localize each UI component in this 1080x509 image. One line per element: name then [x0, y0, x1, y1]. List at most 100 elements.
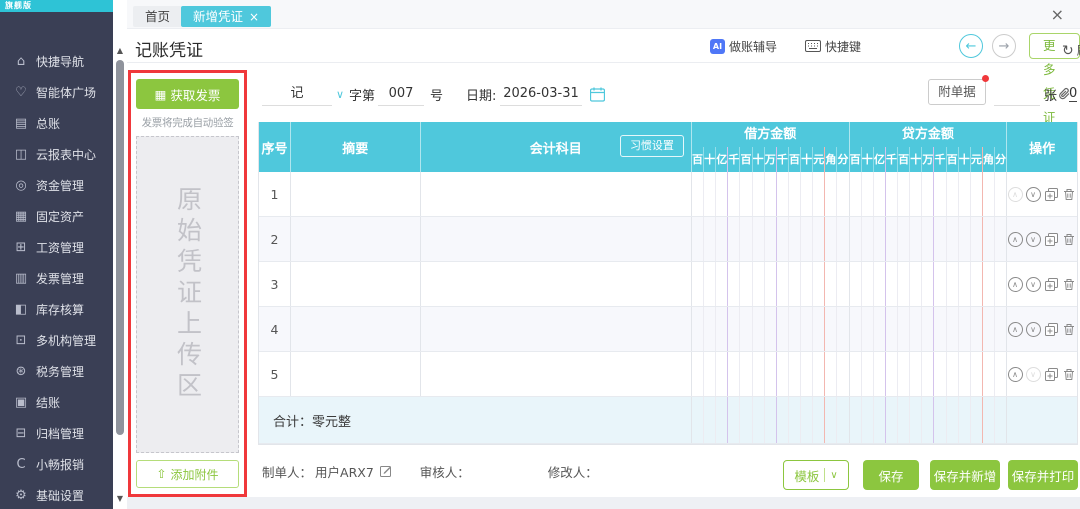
voucher-word-dropdown-icon[interactable]: ∨ [336, 88, 344, 101]
delete-row-icon[interactable] [1062, 367, 1077, 382]
habit-setting-button[interactable]: 习惯设置 [619, 135, 684, 157]
sidebar-item-basic-settings[interactable]: ⚙ 基础设置 [0, 480, 113, 509]
sidebar-item-general-ledger[interactable]: ▤ 总账 [0, 108, 113, 139]
row-operations: ∧ ∨ [1007, 217, 1077, 261]
sidebar-item-label: 资金管理 [36, 179, 85, 193]
move-up-icon[interactable]: ∧ [1007, 276, 1023, 292]
voucher-word-input[interactable]: 记 [262, 82, 332, 106]
account-cell[interactable] [421, 262, 692, 306]
row-seq: 3 [259, 262, 291, 306]
move-down-icon[interactable]: ∨ [1025, 276, 1041, 292]
sidebar-item-inventory-accounting[interactable]: ◧ 库存核算 [0, 294, 113, 325]
tab-new-voucher[interactable]: 新增凭证 × [181, 6, 272, 27]
summary-cell[interactable] [291, 262, 421, 306]
copy-row-icon[interactable] [1044, 187, 1059, 202]
calendar-icon[interactable] [590, 87, 605, 102]
account-cell[interactable] [421, 172, 692, 216]
attached-docs-button[interactable]: 附单据 [928, 79, 986, 105]
digit-col-label: 十 [910, 147, 923, 172]
move-down-icon[interactable]: ∨ [1025, 366, 1041, 382]
sidebar-item-payroll-management[interactable]: ⊞ 工资管理 [0, 232, 113, 263]
delete-row-icon[interactable] [1062, 232, 1077, 247]
scroll-down-icon[interactable]: ▼ [113, 494, 127, 503]
refresh-button[interactable]: ↻刷新 [1062, 40, 1080, 59]
closing-icon: ▣ [14, 395, 28, 410]
sidebar-scrollbar[interactable]: ▲ ▼ [113, 0, 127, 509]
copy-row-icon[interactable] [1044, 322, 1059, 337]
digit-col-label: 十 [959, 147, 971, 172]
date-label: 日期: [466, 88, 497, 104]
scrollbar-thumb[interactable] [116, 60, 124, 435]
digit-col-label: 十 [801, 147, 814, 172]
close-icon[interactable]: × [1051, 6, 1064, 24]
row-operations: ∧ ∨ [1007, 307, 1077, 351]
auditor-field: 审核人： [419, 464, 470, 480]
next-voucher-button[interactable]: → [992, 34, 1016, 58]
move-down-icon[interactable]: ∨ [1025, 186, 1041, 202]
summary-cell[interactable] [291, 217, 421, 261]
sidebar-item-xiaochang-reimburse[interactable]: C 小畅报销 [0, 449, 113, 480]
sidebar-item-quick-nav[interactable]: ⌂ 快捷导航 [0, 46, 113, 77]
sidebar-item-invoice-management[interactable]: ▥ 发票管理 [0, 263, 113, 294]
debit-amount-cell[interactable] [692, 172, 850, 216]
sidebar-item-funds-management[interactable]: ◎ 资金管理 [0, 170, 113, 201]
account-cell[interactable] [421, 307, 692, 351]
move-down-icon[interactable]: ∨ [1025, 321, 1041, 337]
sidebar-item-label: 快捷导航 [36, 55, 85, 69]
sidebar-item-agent-plaza[interactable]: ♡ 智能体广场 [0, 77, 113, 108]
save-and-print-button[interactable]: 保存并打印 [1008, 460, 1078, 490]
summary-cell[interactable] [291, 352, 421, 396]
move-up-icon[interactable]: ∧ [1007, 231, 1023, 247]
sheet-count-input[interactable] [994, 82, 1040, 106]
summary-cell[interactable] [291, 172, 421, 216]
credit-amount-cell[interactable] [850, 262, 1008, 306]
credit-amount-cell[interactable] [850, 352, 1008, 396]
delete-row-icon[interactable] [1062, 277, 1077, 292]
upload-dropzone[interactable]: 原始凭证上传区 [136, 136, 239, 453]
account-cell[interactable] [421, 352, 692, 396]
credit-amount-cell[interactable] [850, 172, 1008, 216]
save-button[interactable]: 保存 [863, 460, 919, 490]
delete-row-icon[interactable] [1062, 187, 1077, 202]
debit-amount-cell[interactable] [692, 262, 850, 306]
debit-amount-cell[interactable] [692, 307, 850, 351]
sidebar-item-tax-management[interactable]: ⊛ 税务管理 [0, 356, 113, 387]
tab-home[interactable]: 首页 [133, 6, 183, 27]
credit-amount-cell[interactable] [850, 307, 1008, 351]
template-button[interactable]: 模板 ∨ [783, 460, 849, 490]
get-invoice-button[interactable]: ▦ 获取发票 [136, 79, 239, 109]
attachment-count-link[interactable]: 0 [1069, 86, 1078, 102]
prev-voucher-button[interactable]: ← [959, 34, 983, 58]
tab-close-icon[interactable]: × [249, 10, 259, 24]
move-up-icon[interactable]: ∧ [1007, 366, 1023, 382]
voucher-number-input[interactable]: 007 [378, 82, 424, 106]
move-up-icon[interactable]: ∧ [1007, 186, 1023, 202]
date-input[interactable]: 2026-03-31 [500, 82, 582, 106]
cloud-report-center-icon: ◫ [14, 147, 28, 162]
hotkeys-button[interactable]: 快捷键 [805, 38, 861, 55]
sidebar-item-multi-org-management[interactable]: ⊡ 多机构管理 [0, 325, 113, 356]
accounting-coach-button[interactable]: AI 做账辅导 [710, 38, 777, 55]
account-cell[interactable] [421, 217, 692, 261]
sidebar-item-fixed-assets[interactable]: ▦ 固定资产 [0, 201, 113, 232]
move-up-icon[interactable]: ∧ [1007, 321, 1023, 337]
col-debit: 借方金额 百十亿千百十万千百十元角分 [692, 122, 850, 172]
add-attachment-button[interactable]: ⇧ 添加附件 [136, 460, 239, 488]
sidebar-item-archive-management[interactable]: ⊟ 归档管理 [0, 418, 113, 449]
scroll-up-icon[interactable]: ▲ [113, 46, 127, 55]
save-and-new-button[interactable]: 保存并新增 [930, 460, 1000, 490]
copy-row-icon[interactable] [1044, 277, 1059, 292]
debit-amount-cell[interactable] [692, 352, 850, 396]
summary-cell[interactable] [291, 307, 421, 351]
copy-row-icon[interactable] [1044, 232, 1059, 247]
credit-amount-cell[interactable] [850, 217, 1008, 261]
sidebar-item-closing[interactable]: ▣ 结账 [0, 387, 113, 418]
template-dropdown-icon[interactable]: ∨ [830, 470, 837, 481]
delete-row-icon[interactable] [1062, 322, 1077, 337]
debit-amount-cell[interactable] [692, 217, 850, 261]
sidebar-item-cloud-report-center[interactable]: ◫ 云报表中心 [0, 139, 113, 170]
sidebar-item-label: 总账 [36, 117, 61, 131]
edit-pencil-icon[interactable] [379, 465, 392, 477]
copy-row-icon[interactable] [1044, 367, 1059, 382]
move-down-icon[interactable]: ∨ [1025, 231, 1041, 247]
